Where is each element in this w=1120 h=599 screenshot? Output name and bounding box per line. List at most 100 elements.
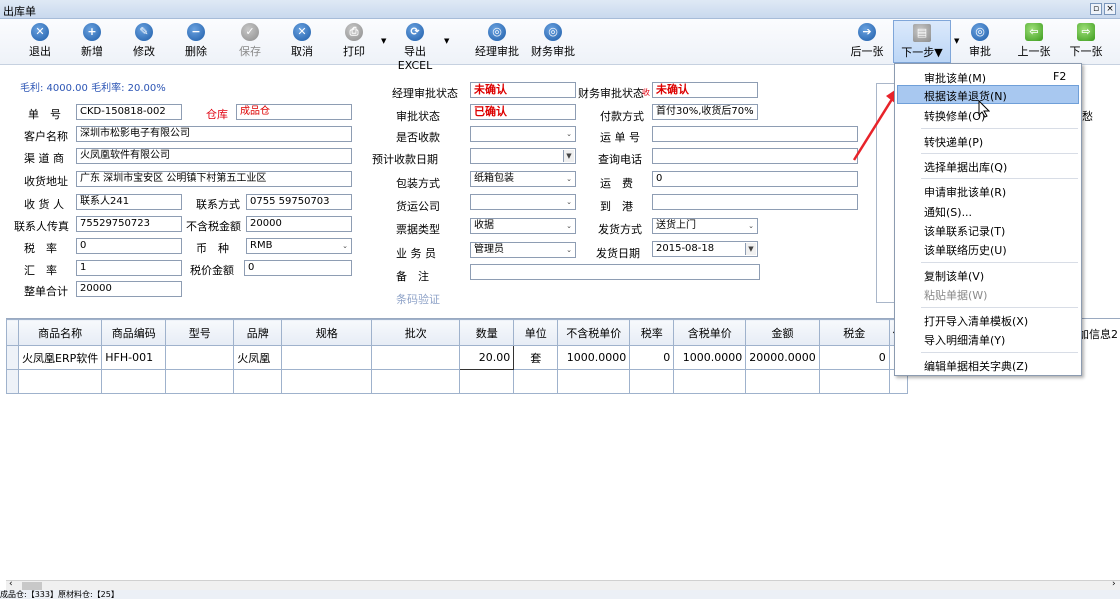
ship-select[interactable]: 送货上门 ⌄ [652, 218, 758, 234]
menu-item-request-audit[interactable]: 申请审批该单(R) [924, 184, 1006, 200]
currency-select[interactable]: RMB ⌄ [246, 238, 352, 254]
menu-item-paste[interactable]: 粘贴单据(W) [924, 287, 987, 303]
column-header[interactable]: 单位 [513, 319, 559, 346]
cell-amount[interactable]: 20000.0000 [745, 345, 820, 370]
sales-select[interactable]: 管理员 ⌄ [470, 242, 576, 258]
cell-batch[interactable] [371, 345, 461, 370]
cell-product-name[interactable]: 火凤凰ERP软件 [17, 345, 103, 370]
phone-field[interactable] [652, 148, 858, 164]
exit-button[interactable]: ✕ 退出 [24, 22, 56, 62]
cell-taxed-price[interactable]: 1000.0000 [673, 345, 747, 370]
add-button[interactable]: + 新增 [76, 22, 108, 62]
cell-tax-rate[interactable]: 0 [629, 345, 675, 370]
cell-untaxed-price[interactable]: 1000.0000 [557, 345, 631, 370]
table-row[interactable]: 火凤凰ERP软件 HFH-001 火凤凰 20.00 套 1000.0000 0… [6, 345, 908, 370]
received-select[interactable]: ⌄ [470, 126, 576, 142]
cell-empty[interactable] [818, 369, 890, 394]
save-button[interactable]: ✓ 保存 [234, 22, 266, 62]
cell-empty[interactable] [557, 369, 631, 394]
exchange-field[interactable]: 1 [76, 260, 182, 276]
tax-amount-field[interactable]: 0 [244, 260, 352, 276]
cell-empty[interactable] [629, 369, 675, 394]
print-dropdown-icon[interactable]: ▼ [381, 37, 386, 45]
menu-item-express[interactable]: 转快递单(P) [924, 134, 983, 150]
column-header[interactable]: 商品名称 [17, 319, 103, 346]
menu-item-import-details[interactable]: 导入明细清单(Y) [924, 332, 1005, 348]
column-header[interactable]: 含税单价 [673, 319, 747, 346]
column-header[interactable]: 规格 [281, 319, 373, 346]
menu-item-contact-record[interactable]: 该单联系记录(T) [924, 223, 1005, 239]
row-header[interactable] [6, 345, 19, 370]
channel-field[interactable]: 火凤凰软件有限公司 [76, 148, 352, 164]
menu-item-open-import-template[interactable]: 打开导入清单模板(X) [924, 313, 1028, 329]
cell-brand[interactable]: 火凤凰 [233, 345, 283, 370]
table-row[interactable] [6, 369, 908, 394]
menu-item-contact-history[interactable]: 该单联络历史(U) [924, 242, 1007, 258]
next-button[interactable]: ⇨ 下一张 [1068, 22, 1104, 62]
cell-empty[interactable] [371, 369, 461, 394]
cell-empty[interactable] [101, 369, 167, 394]
column-header[interactable]: 税金 [818, 319, 890, 346]
remark-field[interactable] [470, 264, 760, 280]
cell-spec[interactable] [281, 345, 373, 370]
warehouse-field[interactable]: 成品仓 [236, 104, 352, 120]
delete-button[interactable]: − 删除 [180, 22, 212, 62]
column-header[interactable]: 品牌 [233, 319, 283, 346]
address-field[interactable]: 广东 深圳市宝安区 公明镇下村第五工业区 [76, 171, 352, 187]
restore-icon[interactable]: ▫ [1090, 3, 1102, 15]
cell-tax[interactable]: 0 [818, 345, 890, 370]
column-header[interactable]: 税率 [629, 319, 675, 346]
audit-button[interactable]: ◎ 审批 [964, 22, 996, 62]
cell-empty[interactable] [673, 369, 747, 394]
menu-item-convert-repair[interactable]: 转换修单(O) [924, 108, 985, 124]
column-header[interactable]: 商品编码 [101, 319, 167, 346]
column-header[interactable]: 批次 [371, 319, 461, 346]
column-header[interactable]: 型号 [165, 319, 235, 346]
cancel-button[interactable]: ✕ 取消 [286, 22, 318, 62]
fax-field[interactable]: 75529750723 [76, 216, 182, 232]
ship-date-picker[interactable]: 2015-08-18 ▼ [652, 241, 758, 257]
scroll-left-icon[interactable]: ‹ [9, 579, 13, 589]
barcode-verify-link[interactable]: 条码验证 [396, 291, 440, 307]
payment-select[interactable]: 首付30%,收货后70% ⌄ [652, 104, 758, 120]
menu-item-copy[interactable]: 复制该单(V) [924, 268, 984, 284]
tax-rate-field[interactable]: 0 [76, 238, 182, 254]
export-excel-button[interactable]: ⟳ 导出EXCEL [390, 22, 440, 72]
cell-empty[interactable] [233, 369, 283, 394]
back-one-button[interactable]: ➔ 后一张 [848, 22, 886, 62]
total-field[interactable]: 20000 [76, 281, 182, 297]
menu-item-select-outbound[interactable]: 选择单据出库(Q) [924, 159, 1007, 175]
cell-empty[interactable] [165, 369, 235, 394]
customer-field[interactable]: 深圳市松影电子有限公司 [76, 126, 352, 142]
doc-no-field[interactable]: CKD-150818-002 [76, 104, 182, 120]
contact-field[interactable]: 0755 59750703 [246, 194, 352, 210]
cell-empty[interactable] [17, 369, 103, 394]
packing-select[interactable]: 纸箱包装 ⌄ [470, 171, 576, 187]
scrollbar-thumb[interactable] [22, 582, 42, 590]
waybill-field[interactable] [652, 126, 858, 142]
port-field[interactable] [652, 194, 858, 210]
invoice-select[interactable]: 收据 ⌄ [470, 218, 576, 234]
next-step-button[interactable]: ▤ 下一步▼ [893, 20, 951, 63]
cell-empty[interactable] [281, 369, 373, 394]
menu-item-notify[interactable]: 通知(S)... [924, 204, 972, 220]
column-header[interactable]: 不含税单价 [557, 319, 631, 346]
cell-model[interactable] [165, 345, 235, 370]
consignee-field[interactable]: 联系人241 [76, 194, 182, 210]
menu-item-audit[interactable]: 审批该单(M) [924, 70, 986, 86]
cell-empty[interactable] [513, 369, 559, 394]
column-header[interactable]: 数量 [459, 319, 515, 346]
cell-product-code[interactable]: HFH-001 [101, 345, 167, 370]
export-dropdown-icon[interactable]: ▼ [444, 37, 449, 45]
row-header[interactable] [6, 369, 19, 394]
expected-date-picker[interactable]: ▼ [470, 148, 576, 164]
carrier-select[interactable]: ⌄ [470, 194, 576, 210]
cell-empty[interactable] [745, 369, 820, 394]
cell-empty[interactable] [459, 369, 515, 394]
close-icon[interactable]: × [1104, 3, 1116, 15]
column-header[interactable]: 金额 [745, 319, 820, 346]
scroll-right-icon[interactable]: › [1112, 579, 1116, 589]
prev-button[interactable]: ⇦ 上一张 [1016, 22, 1052, 62]
cell-unit[interactable]: 套 [513, 345, 559, 370]
print-button[interactable]: ⎙ 打印 [338, 22, 370, 62]
